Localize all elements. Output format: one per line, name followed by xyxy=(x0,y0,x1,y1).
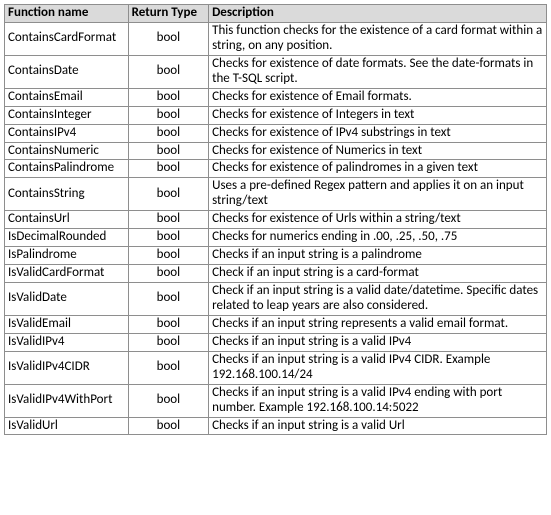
cell-function-name: ContainsString xyxy=(5,178,129,211)
cell-return-type: bool xyxy=(128,265,208,283)
cell-return-type: bool xyxy=(128,333,208,351)
table-row: ContainsPalindromeboolChecks for existen… xyxy=(5,160,547,178)
cell-description: Uses a pre-defined Regex pattern and app… xyxy=(209,178,547,211)
cell-return-type: bool xyxy=(128,124,208,142)
cell-function-name: ContainsCardFormat xyxy=(5,22,129,55)
cell-description: Checks if an input string is a valid IPv… xyxy=(209,333,547,351)
cell-description: This function checks for the existence o… xyxy=(209,22,547,55)
table-row: ContainsIPv4boolChecks for existence of … xyxy=(5,124,547,142)
header-function-name: Function name xyxy=(5,5,129,23)
table-row: ContainsEmailboolChecks for existence of… xyxy=(5,88,547,106)
cell-description: Checks if an input string is a palindrom… xyxy=(209,247,547,265)
cell-function-name: IsValidEmail xyxy=(5,315,129,333)
table-row: IsValidDateboolCheck if an input string … xyxy=(5,283,547,316)
cell-return-type: bool xyxy=(128,106,208,124)
cell-description: Checks for existence of palindromes in a… xyxy=(209,160,547,178)
table-row: ContainsStringboolUses a pre-defined Reg… xyxy=(5,178,547,211)
cell-function-name: ContainsPalindrome xyxy=(5,160,129,178)
table-row: IsDecimalRoundedboolChecks for numerics … xyxy=(5,229,547,247)
cell-function-name: ContainsDate xyxy=(5,55,129,88)
table-row: ContainsIntegerboolChecks for existence … xyxy=(5,106,547,124)
cell-return-type: bool xyxy=(128,142,208,160)
table-row: IsValidIPv4CIDRboolChecks if an input st… xyxy=(5,351,547,384)
cell-description: Checks for existence of Email formats. xyxy=(209,88,547,106)
cell-return-type: bool xyxy=(128,315,208,333)
table-row: ContainsDateboolChecks for existence of … xyxy=(5,55,547,88)
cell-description: Checks for existence of date formats. Se… xyxy=(209,55,547,88)
table-row: IsValidEmailboolChecks if an input strin… xyxy=(5,315,547,333)
cell-description: Checks if an input string is a valid IPv… xyxy=(209,351,547,384)
cell-function-name: IsValidIPv4CIDR xyxy=(5,351,129,384)
cell-return-type: bool xyxy=(128,88,208,106)
functions-table: Function name Return Type Description Co… xyxy=(4,4,547,435)
cell-function-name: ContainsEmail xyxy=(5,88,129,106)
cell-return-type: bool xyxy=(128,211,208,229)
cell-return-type: bool xyxy=(128,283,208,316)
cell-description: Checks for existence of Numerics in text xyxy=(209,142,547,160)
cell-function-name: IsPalindrome xyxy=(5,247,129,265)
cell-description: Check if an input string is a card-forma… xyxy=(209,265,547,283)
header-return-type: Return Type xyxy=(128,5,208,23)
cell-function-name: IsValidUrl xyxy=(5,417,129,435)
cell-description: Checks if an input string represents a v… xyxy=(209,315,547,333)
cell-function-name: ContainsUrl xyxy=(5,211,129,229)
cell-return-type: bool xyxy=(128,160,208,178)
cell-function-name: IsDecimalRounded xyxy=(5,229,129,247)
cell-function-name: ContainsInteger xyxy=(5,106,129,124)
cell-function-name: IsValidIPv4WithPort xyxy=(5,384,129,417)
table-row: IsPalindromeboolChecks if an input strin… xyxy=(5,247,547,265)
table-header-row: Function name Return Type Description xyxy=(5,5,547,23)
cell-function-name: IsValidCardFormat xyxy=(5,265,129,283)
cell-description: Checks for existence of Urls within a st… xyxy=(209,211,547,229)
cell-return-type: bool xyxy=(128,351,208,384)
table-row: IsValidUrlboolChecks if an input string … xyxy=(5,417,547,435)
cell-return-type: bool xyxy=(128,417,208,435)
cell-function-name: IsValidDate xyxy=(5,283,129,316)
table-row: ContainsCardFormatboolThis function chec… xyxy=(5,22,547,55)
cell-function-name: ContainsNumeric xyxy=(5,142,129,160)
table-row: ContainsNumericboolChecks for existence … xyxy=(5,142,547,160)
cell-return-type: bool xyxy=(128,247,208,265)
cell-return-type: bool xyxy=(128,384,208,417)
cell-return-type: bool xyxy=(128,229,208,247)
cell-return-type: bool xyxy=(128,178,208,211)
cell-description: Checks for existence of IPv4 substrings … xyxy=(209,124,547,142)
table-row: ContainsUrlboolChecks for existence of U… xyxy=(5,211,547,229)
table-row: IsValidIPv4boolChecks if an input string… xyxy=(5,333,547,351)
table-row: IsValidCardFormatboolCheck if an input s… xyxy=(5,265,547,283)
cell-function-name: ContainsIPv4 xyxy=(5,124,129,142)
cell-description: Checks for existence of Integers in text xyxy=(209,106,547,124)
cell-return-type: bool xyxy=(128,22,208,55)
cell-description: Checks for numerics ending in .00, .25, … xyxy=(209,229,547,247)
cell-description: Checks if an input string is a valid Url xyxy=(209,417,547,435)
cell-function-name: IsValidIPv4 xyxy=(5,333,129,351)
table-row: IsValidIPv4WithPortboolChecks if an inpu… xyxy=(5,384,547,417)
cell-description: Checks if an input string is a valid IPv… xyxy=(209,384,547,417)
cell-description: Check if an input string is a valid date… xyxy=(209,283,547,316)
cell-return-type: bool xyxy=(128,55,208,88)
header-description: Description xyxy=(209,5,547,23)
